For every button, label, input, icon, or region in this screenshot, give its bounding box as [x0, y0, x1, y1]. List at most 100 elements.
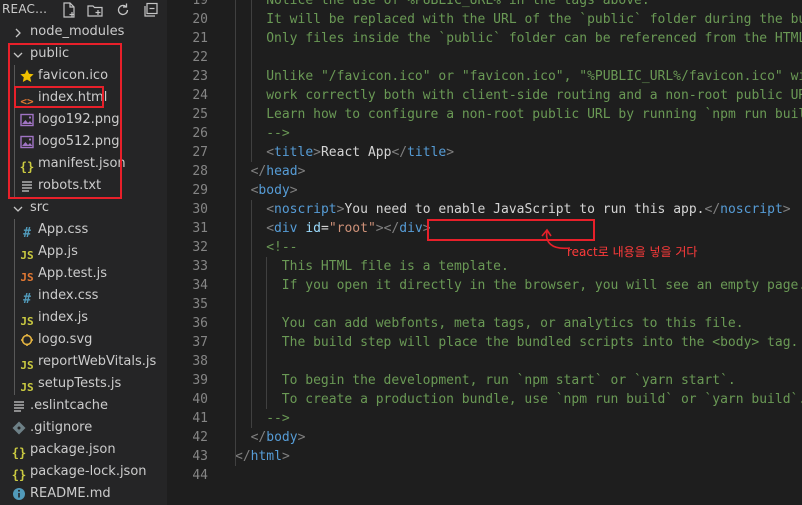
line-number: 33 — [192, 259, 208, 274]
code-line: To begin the development, run `npm start… — [282, 371, 736, 390]
code-token: ></ — [375, 221, 400, 236]
editor-indent-guide — [250, 200, 252, 428]
line-number: 25 — [192, 107, 208, 122]
js-file-icon: JS — [20, 359, 34, 372]
editor-indent-guide — [235, 0, 236, 466]
code-token: div — [399, 221, 423, 236]
line-number: 43 — [192, 449, 208, 464]
code-token: = — [320, 221, 329, 236]
folder-src[interactable]: src — [0, 197, 167, 219]
file-index-css[interactable]: # index.css — [0, 285, 167, 307]
code-line: </html> — [235, 447, 290, 466]
chevron-down-icon — [11, 201, 25, 215]
line-number: 44 — [192, 468, 208, 483]
line-number: 42 — [192, 430, 208, 445]
chevron-right-icon — [11, 25, 25, 39]
tree-item-label: App.js — [38, 244, 78, 259]
folder-public[interactable]: public — [0, 43, 167, 65]
code-token: body — [266, 430, 298, 445]
code-token: To begin the development, run `npm start… — [281, 373, 736, 388]
file-eslintcache[interactable]: .eslintcache — [0, 395, 167, 417]
file-package-lock-json[interactable]: {} package-lock.json — [0, 461, 167, 483]
annotation-note: react로 내용을 넣을 거다 — [567, 245, 698, 259]
code-line: <!-- — [266, 238, 297, 257]
file-reportwebvitals-js[interactable]: JS reportWebVitals.js — [0, 351, 167, 373]
line-number: 28 — [192, 164, 208, 179]
line-number: 35 — [192, 297, 208, 312]
code-token: </ — [250, 164, 267, 179]
tree-item-label: index.js — [38, 310, 89, 325]
code-line: <noscript>You need to enable JavaScript … — [266, 200, 790, 219]
code-token: body — [258, 183, 290, 198]
code-token: title — [407, 145, 447, 160]
code-line: Only files inside the `public` folder ca… — [266, 29, 802, 48]
code-token: head — [266, 164, 298, 179]
folder-node-modules[interactable]: node_modules — [0, 21, 167, 43]
tree-item-label: App.test.js — [38, 266, 108, 281]
new-file-icon[interactable] — [60, 1, 78, 19]
code-line: To create a production bundle, use `npm … — [282, 390, 802, 409]
refresh-icon[interactable] — [114, 1, 132, 19]
code-line: work correctly both with client-side rou… — [266, 86, 802, 105]
line-number: 26 — [192, 126, 208, 141]
file-logo-svg[interactable]: logo.svg — [0, 329, 167, 351]
new-folder-icon[interactable] — [86, 1, 104, 19]
file-gitignore[interactable]: .gitignore — [0, 417, 167, 439]
code-token: div — [274, 221, 298, 236]
line-number: 29 — [192, 183, 208, 198]
svg-file-icon — [19, 332, 35, 348]
code-token: --> — [266, 126, 290, 141]
file-app-js[interactable]: JS App.js — [0, 241, 167, 263]
tree-item-label: manifest.json — [38, 156, 126, 171]
tree-item-label: setupTests.js — [38, 376, 122, 391]
code-token: noscript — [274, 202, 337, 217]
code-token: The build step will place the bundled sc… — [281, 335, 799, 350]
text-file-icon — [19, 178, 35, 194]
file-logo512-png[interactable]: logo512.png — [0, 131, 167, 153]
tree-item-label: src — [30, 200, 49, 215]
tree-item-label: reportWebVitals.js — [38, 354, 157, 369]
line-number: 36 — [192, 316, 208, 331]
file-index-js[interactable]: JS index.js — [0, 307, 167, 329]
code-token: noscript — [720, 202, 783, 217]
code-line: Unlike "/favicon.ico" or "favicon.ico", … — [266, 67, 802, 86]
line-number: 24 — [192, 88, 208, 103]
code-line: Notice the use of %PUBLIC_URL% in the ta… — [266, 0, 650, 10]
file-setuptests-js[interactable]: JS setupTests.js — [0, 373, 167, 395]
code-token: id — [305, 221, 321, 236]
line-number: 37 — [192, 335, 208, 350]
line-number: 20 — [192, 12, 208, 27]
explorer-sidebar: REAC... node_modules public favicon.ico <> i… — [0, 0, 167, 505]
code-line: The build step will place the bundled sc… — [282, 333, 799, 352]
line-number: 34 — [192, 278, 208, 293]
file-robots-txt[interactable]: robots.txt — [0, 175, 167, 197]
file-favicon-ico[interactable]: favicon.ico — [0, 65, 167, 87]
code-token: > — [297, 430, 306, 445]
file-manifest-json[interactable]: {} manifest.json — [0, 153, 167, 175]
tree-item-label: logo192.png — [38, 112, 120, 127]
json-file-icon: {} — [11, 446, 27, 460]
line-number: 32 — [192, 240, 208, 255]
collapse-all-icon[interactable] — [142, 1, 160, 19]
code-line: <body> — [251, 181, 298, 200]
tree-item-label: logo512.png — [38, 134, 120, 149]
line-number: 23 — [192, 69, 208, 84]
tree-item-label: node_modules — [30, 24, 125, 39]
tree-indent-guide — [14, 65, 15, 197]
code-token: > — [281, 449, 290, 464]
code-line: Learn how to configure a non-root public… — [266, 105, 802, 124]
js-file-icon: JS — [20, 249, 34, 262]
file-package-json[interactable]: {} package.json — [0, 439, 167, 461]
file-logo192-png[interactable]: logo192.png — [0, 109, 167, 131]
file-index-html[interactable]: <> index.html — [0, 87, 167, 109]
file-app-css[interactable]: # App.css — [0, 219, 167, 241]
json-file-icon: {} — [19, 160, 35, 174]
file-app-test-js[interactable]: JS App.test.js — [0, 263, 167, 285]
file-readme-md[interactable]: README.md — [0, 483, 167, 505]
code-token: > — [297, 164, 306, 179]
hash-file-icon: # — [23, 292, 31, 307]
code-token: Notice the use of %PUBLIC_URL% in the ta… — [266, 0, 650, 8]
code-token: Unlike "/favicon.ico" or "favicon.ico", … — [266, 69, 802, 84]
code-line: This HTML file is a template. — [282, 257, 509, 276]
code-editor[interactable]: 19 Notice the use of %PUBLIC_URL% in the … — [167, 0, 802, 505]
